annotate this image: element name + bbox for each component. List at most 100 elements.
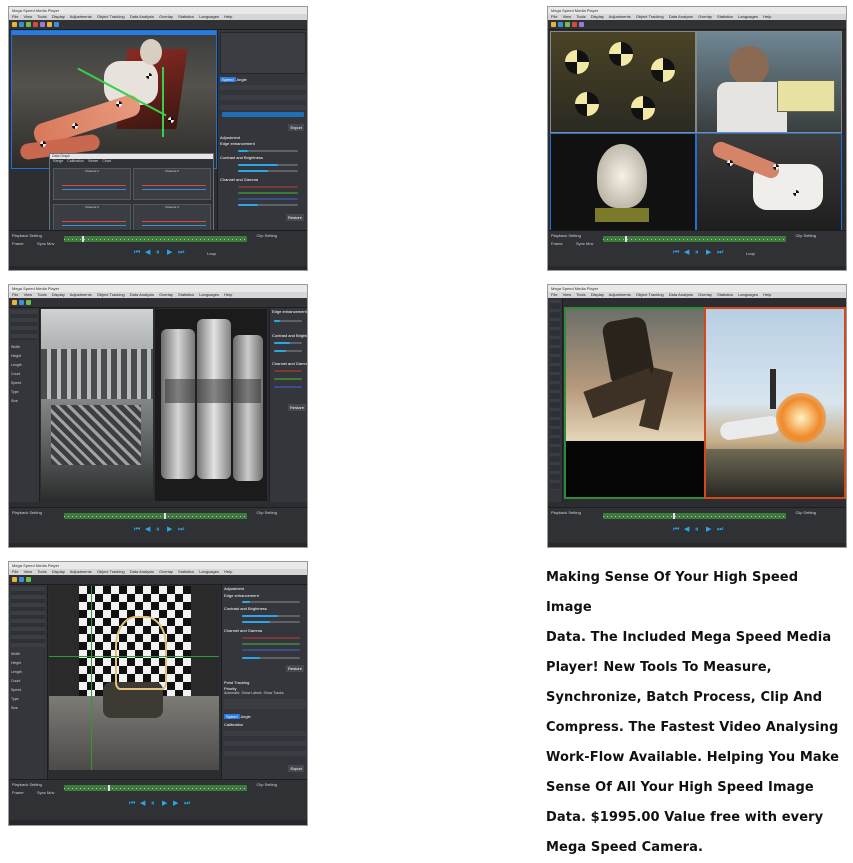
gamma-slider[interactable] [242, 657, 300, 659]
menu-languages[interactable]: Languages [199, 292, 219, 297]
blue-slider[interactable] [242, 649, 300, 651]
menu-statistics[interactable]: Statistics [717, 292, 733, 297]
menu-display[interactable]: Display [52, 569, 65, 574]
crash-dummy-video[interactable] [11, 30, 217, 169]
jump-video[interactable] [564, 307, 706, 499]
play-icon[interactable] [26, 22, 31, 27]
export-button[interactable]: Export [288, 765, 304, 772]
play-icon[interactable] [26, 300, 31, 305]
timeline[interactable] [603, 513, 786, 519]
skip-back-icon[interactable]: ⏮ [673, 526, 679, 533]
green-slider[interactable] [242, 643, 300, 645]
menu-statistics[interactable]: Statistics [178, 569, 194, 574]
bias-slider[interactable] [274, 350, 302, 352]
pause-icon[interactable]: ⏸ [695, 249, 699, 256]
skip-forward-icon[interactable]: ⏭ [184, 800, 190, 807]
pause-icon[interactable]: ⏸ [156, 249, 160, 256]
menu-data-analysis[interactable]: Data Analysis [669, 292, 693, 297]
data-graph-window[interactable]: Data Graph Range Calibration Viewer Char… [49, 153, 214, 239]
tracking-marker[interactable] [40, 141, 46, 147]
menu-object-tracking[interactable]: Object Tracking [636, 14, 664, 19]
show-labels-option[interactable]: Show Labels [242, 691, 262, 695]
tracking-marker[interactable] [727, 160, 733, 166]
menu-overlay[interactable]: Overlay [698, 14, 712, 19]
level-slider[interactable] [238, 150, 298, 152]
blue-slider[interactable] [274, 386, 302, 388]
tracking-marker[interactable] [773, 164, 779, 170]
menu-file[interactable]: File [551, 292, 557, 297]
tracking-marker[interactable] [72, 123, 78, 129]
menu-view[interactable]: View [24, 292, 33, 297]
play-icon[interactable]: ▶ [167, 526, 172, 533]
open-folder-icon[interactable] [12, 300, 17, 305]
skip-back-icon[interactable]: ⏮ [129, 800, 135, 807]
tracking-marker[interactable] [146, 73, 152, 79]
play-icon[interactable]: ▶ [162, 800, 167, 807]
pause-icon[interactable]: ⏸ [151, 800, 155, 807]
menu-tools[interactable]: Tools [37, 569, 46, 574]
restore-button[interactable]: Restore [285, 214, 304, 221]
menu-adjustments[interactable]: Adjustments [70, 569, 92, 574]
menu-file[interactable]: File [12, 14, 18, 19]
pause-icon[interactable]: ⏸ [695, 526, 699, 533]
blue-slider[interactable] [238, 198, 298, 200]
level-slider[interactable] [242, 601, 300, 603]
menu-display[interactable]: Display [591, 292, 604, 297]
menu-overlay[interactable]: Overlay [698, 292, 712, 297]
menu-languages[interactable]: Languages [738, 292, 758, 297]
speed-tab[interactable]: Speed [224, 714, 240, 719]
skip-back-icon[interactable]: ⏮ [134, 249, 140, 256]
tracking-marker[interactable] [116, 101, 122, 107]
menu-object-tracking[interactable]: Object Tracking [97, 569, 125, 574]
menu-tools[interactable]: Tools [576, 292, 585, 297]
timeline[interactable] [64, 236, 247, 242]
menu-data-analysis[interactable]: Data Analysis [130, 292, 154, 297]
menu-help[interactable]: Help [763, 14, 771, 19]
red-slider[interactable] [274, 370, 302, 372]
menu-overlay[interactable]: Overlay [159, 569, 173, 574]
camera-view-airbag[interactable] [550, 133, 696, 231]
timeline[interactable] [64, 785, 247, 791]
timeline[interactable] [603, 236, 786, 242]
bias-slider[interactable] [238, 170, 298, 172]
skip-forward-icon[interactable]: ⏭ [717, 249, 723, 256]
menu-help[interactable]: Help [224, 14, 232, 19]
save-icon[interactable] [19, 22, 24, 27]
menu-file[interactable]: File [12, 292, 18, 297]
skip-forward-icon[interactable]: ⏭ [717, 526, 723, 533]
menu-languages[interactable]: Languages [199, 14, 219, 19]
step-back-icon[interactable]: ◀ [684, 249, 689, 256]
checkerboard-impact-video[interactable] [49, 586, 219, 770]
camera-view-targets[interactable] [550, 31, 696, 133]
save-icon[interactable] [558, 22, 563, 27]
angle-tab[interactable]: Angle [240, 714, 250, 719]
menu-languages[interactable]: Languages [738, 14, 758, 19]
gain-slider[interactable] [238, 164, 298, 166]
menu-languages[interactable]: Languages [199, 569, 219, 574]
menu-view[interactable]: View [563, 292, 572, 297]
menu-adjustments[interactable]: Adjustments [609, 14, 631, 19]
layout-icon[interactable] [40, 22, 45, 27]
bias-slider[interactable] [242, 621, 300, 623]
menu-display[interactable]: Display [52, 292, 65, 297]
play-icon[interactable]: ▶ [706, 249, 711, 256]
step-forward-icon[interactable]: ▶ [173, 800, 178, 807]
restore-button[interactable]: Restore [285, 665, 304, 672]
menu-adjustments[interactable]: Adjustments [70, 292, 92, 297]
menu-view[interactable]: View [24, 569, 33, 574]
gamma-slider[interactable] [238, 204, 298, 206]
menu-adjustments[interactable]: Adjustments [609, 292, 631, 297]
menu-help[interactable]: Help [224, 569, 232, 574]
menu-tools[interactable]: Tools [576, 14, 585, 19]
machine-video[interactable] [41, 309, 153, 501]
play-icon[interactable]: ▶ [167, 249, 172, 256]
menu-file[interactable]: File [12, 569, 18, 574]
menu-data-analysis[interactable]: Data Analysis [669, 14, 693, 19]
menu-data-analysis[interactable]: Data Analysis [130, 14, 154, 19]
step-back-icon[interactable]: ◀ [140, 800, 145, 807]
green-slider[interactable] [238, 192, 298, 194]
menu-statistics[interactable]: Statistics [178, 14, 194, 19]
menu-overlay[interactable]: Overlay [159, 292, 173, 297]
camera-view-dummy[interactable] [696, 133, 842, 231]
play-icon[interactable] [565, 22, 570, 27]
